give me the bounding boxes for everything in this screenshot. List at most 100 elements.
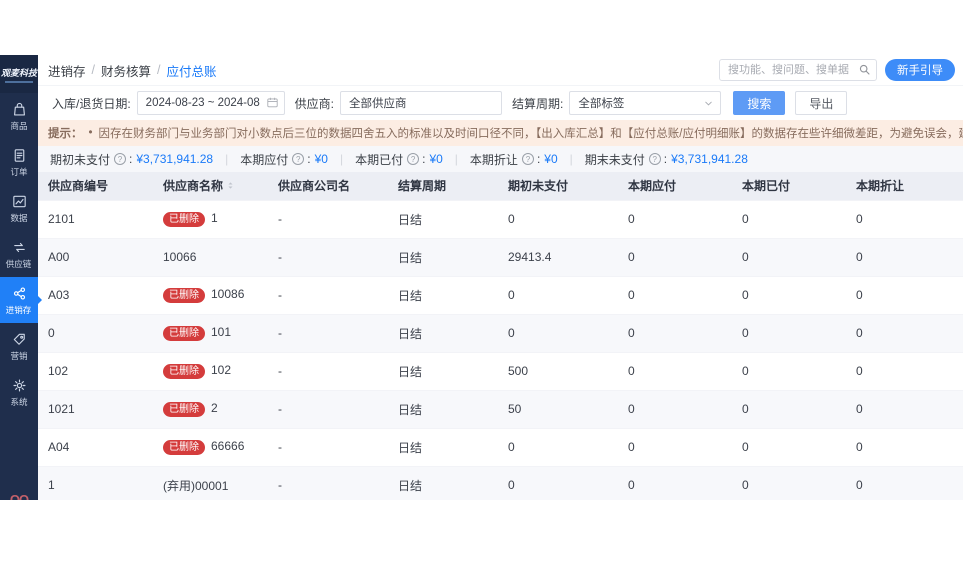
chevron-down-icon (703, 98, 714, 109)
summary-label: 本期折让 (470, 151, 518, 168)
search-icon[interactable] (858, 63, 871, 76)
sidebar-item-marketing[interactable]: 营销 (0, 323, 38, 369)
period-paid-cell: 0 (732, 276, 846, 314)
settle-period-cell: 日结 (388, 314, 498, 352)
col-period-paid: 本期已付 (732, 172, 846, 200)
date-range-input[interactable] (137, 91, 285, 115)
period-discount-cell: 0 (846, 200, 963, 238)
supplier-code-cell: 1021 (38, 390, 153, 428)
export-button[interactable]: 导出 (795, 91, 847, 115)
search-input[interactable] (719, 59, 877, 81)
summary-colon: : (537, 152, 540, 166)
search-button[interactable]: 搜索 (733, 91, 785, 115)
table-header-row: 供应商编号 供应商名称 供应商公司名 结算周期 期初未支付 本期应付 本期已付 … (38, 172, 963, 200)
hint-bar: 提示： • 因存在财务部门与业务部门对小数点后三位的数据四舍五入的标准以及时间口… (38, 120, 963, 146)
supplier-input[interactable] (340, 91, 502, 115)
summary-label: 本期应付 (240, 151, 288, 168)
sidebar-item-goods[interactable]: 商品 (0, 93, 38, 139)
period-paid-cell: 0 (732, 390, 846, 428)
summary-separator: | (455, 152, 458, 166)
help-icon[interactable]: ? (407, 153, 419, 165)
period-payable-cell: 0 (618, 428, 732, 466)
sort-icon[interactable] (225, 180, 236, 194)
table-row: A04已删除66666-日结0000 (38, 428, 963, 466)
period-payable-cell: 0 (618, 314, 732, 352)
supplier-name-cell: 已删除102 (153, 352, 268, 390)
table-row: 1021已删除2-日结50000 (38, 390, 963, 428)
sidebar-item-system[interactable]: 系统 (0, 369, 38, 415)
help-icon[interactable]: ? (522, 153, 534, 165)
period-payable-cell: 0 (618, 352, 732, 390)
supplier-name-cell: 已删除2 (153, 390, 268, 428)
summary-item: 期末未支付?:¥3,731,941.28 (585, 151, 748, 168)
company-name-cell: - (268, 200, 388, 238)
calendar-icon[interactable] (266, 96, 279, 109)
table-row: 2101已删除1-日结0000 (38, 200, 963, 238)
logo-subtext (5, 81, 33, 83)
settle-period-cell: 日结 (388, 276, 498, 314)
period-paid-cell: 0 (732, 314, 846, 352)
summary-label: 期初未支付 (50, 151, 110, 168)
summary-colon: : (307, 152, 310, 166)
breadcrumb: 进销存 / 财务核算 / 应付总账 (48, 61, 217, 80)
supplier-code-cell: A03 (38, 276, 153, 314)
summary-separator: | (340, 152, 343, 166)
period-paid-cell: 0 (732, 200, 846, 238)
sidebar-item-orders[interactable]: 订单 (0, 139, 38, 185)
table-row: 102已删除102-日结500000 (38, 352, 963, 390)
period-select[interactable]: 全部标签 (569, 91, 721, 115)
opening-unpaid-cell: 500 (498, 352, 618, 390)
sidebar-item-label: 订单 (10, 167, 27, 177)
sidebar-item-label: 供应链 (6, 259, 32, 269)
opening-unpaid-cell: 0 (498, 314, 618, 352)
opening-unpaid-cell: 50 (498, 390, 618, 428)
sidebar-item-supply-chain[interactable]: 供应链 (0, 231, 38, 277)
sidebar-item-inventory[interactable]: 进销存 (0, 277, 38, 323)
breadcrumb-inventory[interactable]: 进销存 (48, 61, 86, 80)
period-payable-cell: 0 (618, 466, 732, 500)
supplier-name: 2 (211, 401, 218, 415)
supplier-name-cell: 已删除10086 (153, 276, 268, 314)
summary-colon: : (422, 152, 425, 166)
period-discount-cell: 0 (846, 314, 963, 352)
help-icon[interactable]: ? (114, 153, 126, 165)
period-payable-cell: 0 (618, 238, 732, 276)
sidebar-bottom-partial-icon[interactable]: OO (10, 492, 28, 500)
company-name-cell: - (268, 466, 388, 500)
supplier-name: (弃用)00001 (163, 479, 228, 493)
payable-ledger-table: 供应商编号 供应商名称 供应商公司名 结算周期 期初未支付 本期应付 本期已付 … (38, 172, 963, 500)
period-discount-cell: 0 (846, 390, 963, 428)
help-icon[interactable]: ? (649, 153, 661, 165)
summary-item: 本期已付?:¥0 (355, 151, 443, 168)
summary-label: 期末未支付 (585, 151, 645, 168)
sidebar-item-label: 营销 (10, 351, 27, 361)
opening-unpaid-cell: 0 (498, 276, 618, 314)
supplier-filter-label: 供应商: (295, 95, 334, 112)
logo-title: 观麦科技 (1, 66, 37, 79)
summary-colon: : (129, 152, 132, 166)
supplier-code-cell: 2101 (38, 200, 153, 238)
summary-value: ¥0 (429, 152, 442, 166)
supplier-name: 101 (211, 325, 231, 339)
help-icon[interactable]: ? (292, 153, 304, 165)
sidebar-item-data[interactable]: 数据 (0, 185, 38, 231)
hint-bullet: • (89, 127, 93, 139)
summary-value: ¥3,731,941.28 (671, 152, 748, 166)
table-body: 2101已删除1-日结0000A0010066-日结29413.4000A03已… (38, 200, 963, 500)
supplier-code-cell: 102 (38, 352, 153, 390)
period-paid-cell: 0 (732, 238, 846, 276)
hint-label: 提示： (48, 125, 83, 141)
settle-period-cell: 日结 (388, 352, 498, 390)
period-select-value: 全部标签 (578, 95, 624, 111)
settle-period-cell: 日结 (388, 200, 498, 238)
col-supplier-name: 供应商名称 (153, 172, 268, 200)
company-name-cell: - (268, 390, 388, 428)
beginner-guide-button[interactable]: 新手引导 (885, 59, 955, 81)
breadcrumb-finance[interactable]: 财务核算 (101, 61, 151, 80)
inventory-icon (11, 285, 28, 302)
deleted-badge: 已删除 (163, 364, 205, 379)
summary-item: 本期应付?:¥0 (240, 151, 328, 168)
breadcrumb-separator: / (92, 63, 95, 77)
summary-separator: | (225, 152, 228, 166)
settle-period-cell: 日结 (388, 428, 498, 466)
